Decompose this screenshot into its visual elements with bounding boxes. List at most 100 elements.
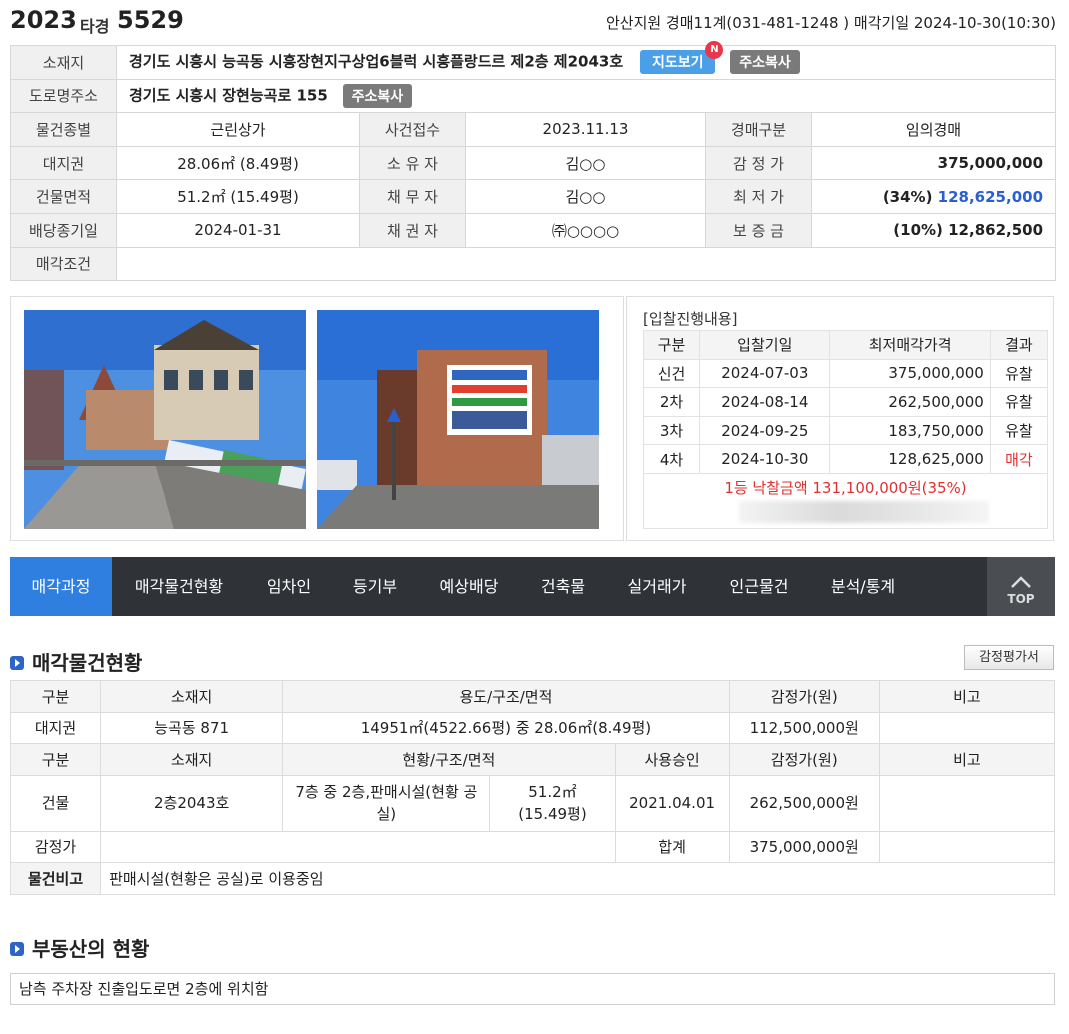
building-header-approval: 사용승인 [614,743,730,776]
bid-header-round: 구분 [642,330,701,360]
land-header-note: 비고 [878,680,1056,713]
photo-gallery [10,296,624,541]
copy-road-address-button[interactable]: 주소복사 [342,83,413,108]
tab-registry[interactable]: 등기부 [338,557,412,616]
tab-tenant[interactable]: 임차인 [252,557,326,616]
blurred-bidder-info [739,501,989,523]
sale-condition-value [115,246,1057,282]
court-info: 안산지원 경매11계(031-481-1248 ) 매각기일 2024-10-3… [605,14,1056,32]
building-header-location: 소재지 [100,743,284,776]
tab-building[interactable]: 건축물 [526,557,600,616]
bullet-icon [10,655,24,670]
bid-round: 신건 [642,358,701,389]
item-type-label: 물건종별 [10,112,117,147]
copy-address-button[interactable]: 주소복사 [730,50,800,75]
road-address-label: 도로명주소 [10,78,117,114]
tab-analysis-stats[interactable]: 분석/통계 [816,557,910,616]
case-received-value: 2023.11.13 [465,112,706,147]
tab-real-transaction[interactable]: 실거래가 [612,557,702,616]
land-right-label: 대지권 [10,145,117,181]
building-header-note: 비고 [878,743,1056,776]
property-status-heading: 매각물건현황 [10,647,142,676]
case-received-label: 사건접수 [359,112,466,147]
land-header-location: 소재지 [100,680,284,713]
land-header-usage: 용도/구조/면적 [282,680,730,713]
tab-expected-dividend[interactable]: 예상배당 [424,557,514,616]
bidding-table: 구분 입찰기일 최저매각가격 결과 신건 2024-07-03 375,000,… [642,330,1049,474]
min-price-label: 최 저 가 [705,179,812,214]
bid-header-result: 결과 [989,330,1049,360]
property-status-table: 구분 소재지 용도/구조/면적 감정가(원) 비고 대지권 능곡동 871 14… [9,680,1056,895]
scroll-top-button[interactable]: TOP [987,557,1055,616]
property-photo-2[interactable] [317,310,599,529]
min-price-percent: (34%) [882,187,933,206]
bid-price: 128,625,000 [829,444,991,474]
bid-row: 3차 2024-09-25 183,750,000 유찰 [642,415,1049,446]
bid-row: 4차 2024-10-30 128,625,000 매각 [642,444,1049,474]
owner-value: 김○○ [465,145,706,181]
property-photo-1[interactable] [24,310,306,529]
bid-header-date: 입찰기일 [699,330,831,360]
case-number: 5529 [117,6,184,34]
case-header: 2023 타경 5529 안산지원 경매11계(031-481-1248 ) 매… [10,4,1056,38]
land-value: 112,500,000원 [728,711,880,744]
bid-price: 375,000,000 [829,358,991,389]
new-badge: N [705,41,724,60]
appraisal-report-button[interactable]: 감정평가서 [964,645,1054,670]
item-note-value: 판매시설(현황은 공실)로 이용중임 [100,862,1055,895]
location-label: 소재지 [10,45,117,80]
building-area-label: 건물면적 [10,179,117,214]
building-note [878,774,1056,832]
land-right-value: 28.06㎡ (8.49평) [116,145,360,181]
bid-date: 2024-08-14 [699,387,831,417]
bid-date: 2024-09-25 [699,415,831,446]
bidding-panel: [입찰진행내용] 구분 입찰기일 최저매각가격 결과 신건 2024-07-03… [626,296,1054,541]
building-type: 건물 [9,774,102,832]
appraisal-label: 감 정 가 [705,145,812,181]
auction-type-label: 경매구분 [705,112,812,147]
total-note [878,830,1056,863]
building-area-pyeong: (15.49평) [518,805,587,823]
tab-nearby-items[interactable]: 인근물건 [714,557,804,616]
tab-property-status[interactable]: 매각물건현황 [120,557,238,616]
bid-result: 유찰 [989,358,1049,389]
debtor-label: 채 무 자 [359,179,466,214]
building-header-structure: 현황/구조/면적 [282,743,616,776]
bid-round: 2차 [642,387,701,417]
building-structure: 7층 중 2층,판매시설(현황 공실) [282,774,491,832]
total-label: 합계 [614,830,730,863]
total-value: 375,000,000원 [728,830,880,863]
road-address: 경기도 시흥시 장현능곡로 155 [129,86,328,105]
deposit-value: (10%) 12,862,500 [810,212,1057,248]
land-location: 능곡동 871 [100,711,284,744]
real-estate-heading: 부동산의 현황 [10,933,149,962]
road-address-cell: 경기도 시흥시 장현능곡로 155 주소복사 [115,78,1057,114]
bid-round: 3차 [642,415,701,446]
min-price-value: 128,625,000 [937,187,1044,206]
creditor-label: 채 권 자 [359,212,466,248]
bid-row: 신건 2024-07-03 375,000,000 유찰 [642,358,1049,389]
building-approval: 2021.04.01 [614,774,730,832]
appraisal-row-label: 감정가 [9,830,102,863]
top-label: TOP [1007,592,1035,606]
bid-date: 2024-10-30 [699,444,831,474]
winning-bid-amount: 1등 낙찰금액 131,100,000원(35%) [724,479,967,497]
land-usage: 14951㎡(4522.66평) 중 28.06㎡(8.49평) [282,711,730,744]
appraisal-row-blank [100,830,616,863]
dividend-deadline-label: 배당종기일 [10,212,117,248]
item-note-label: 물건비고 [9,862,102,895]
section-tab-bar: 매각과정 매각물건현황 임차인 등기부 예상배당 건축물 실거래가 인근물건 분… [10,557,1055,616]
bid-date: 2024-07-03 [699,358,831,389]
location-cell: 경기도 시흥시 능곡동 시흥장현지구상업6블럭 시흥플랑드르 제2층 제2043… [115,41,1057,80]
creditor-value: ㈜○○○○ [465,212,706,248]
min-price-cell: (34%) 128,625,000 [810,179,1057,214]
location-address: 경기도 시흥시 능곡동 시흥장현지구상업6블럭 시흥플랑드르 제2층 제2043… [129,52,624,71]
building-area: 51.2㎡ (15.49평) [489,774,616,832]
map-view-button[interactable]: 지도보기 N [639,41,724,75]
real-estate-title: 부동산의 현황 [32,937,150,961]
auction-type-value: 임의경매 [810,112,1057,147]
dividend-deadline-value: 2024-01-31 [116,212,360,248]
winning-bid-row: 1등 낙찰금액 131,100,000원(35%) [643,473,1048,529]
tab-auction-process[interactable]: 매각과정 [10,557,112,616]
bid-price: 262,500,000 [829,387,991,417]
